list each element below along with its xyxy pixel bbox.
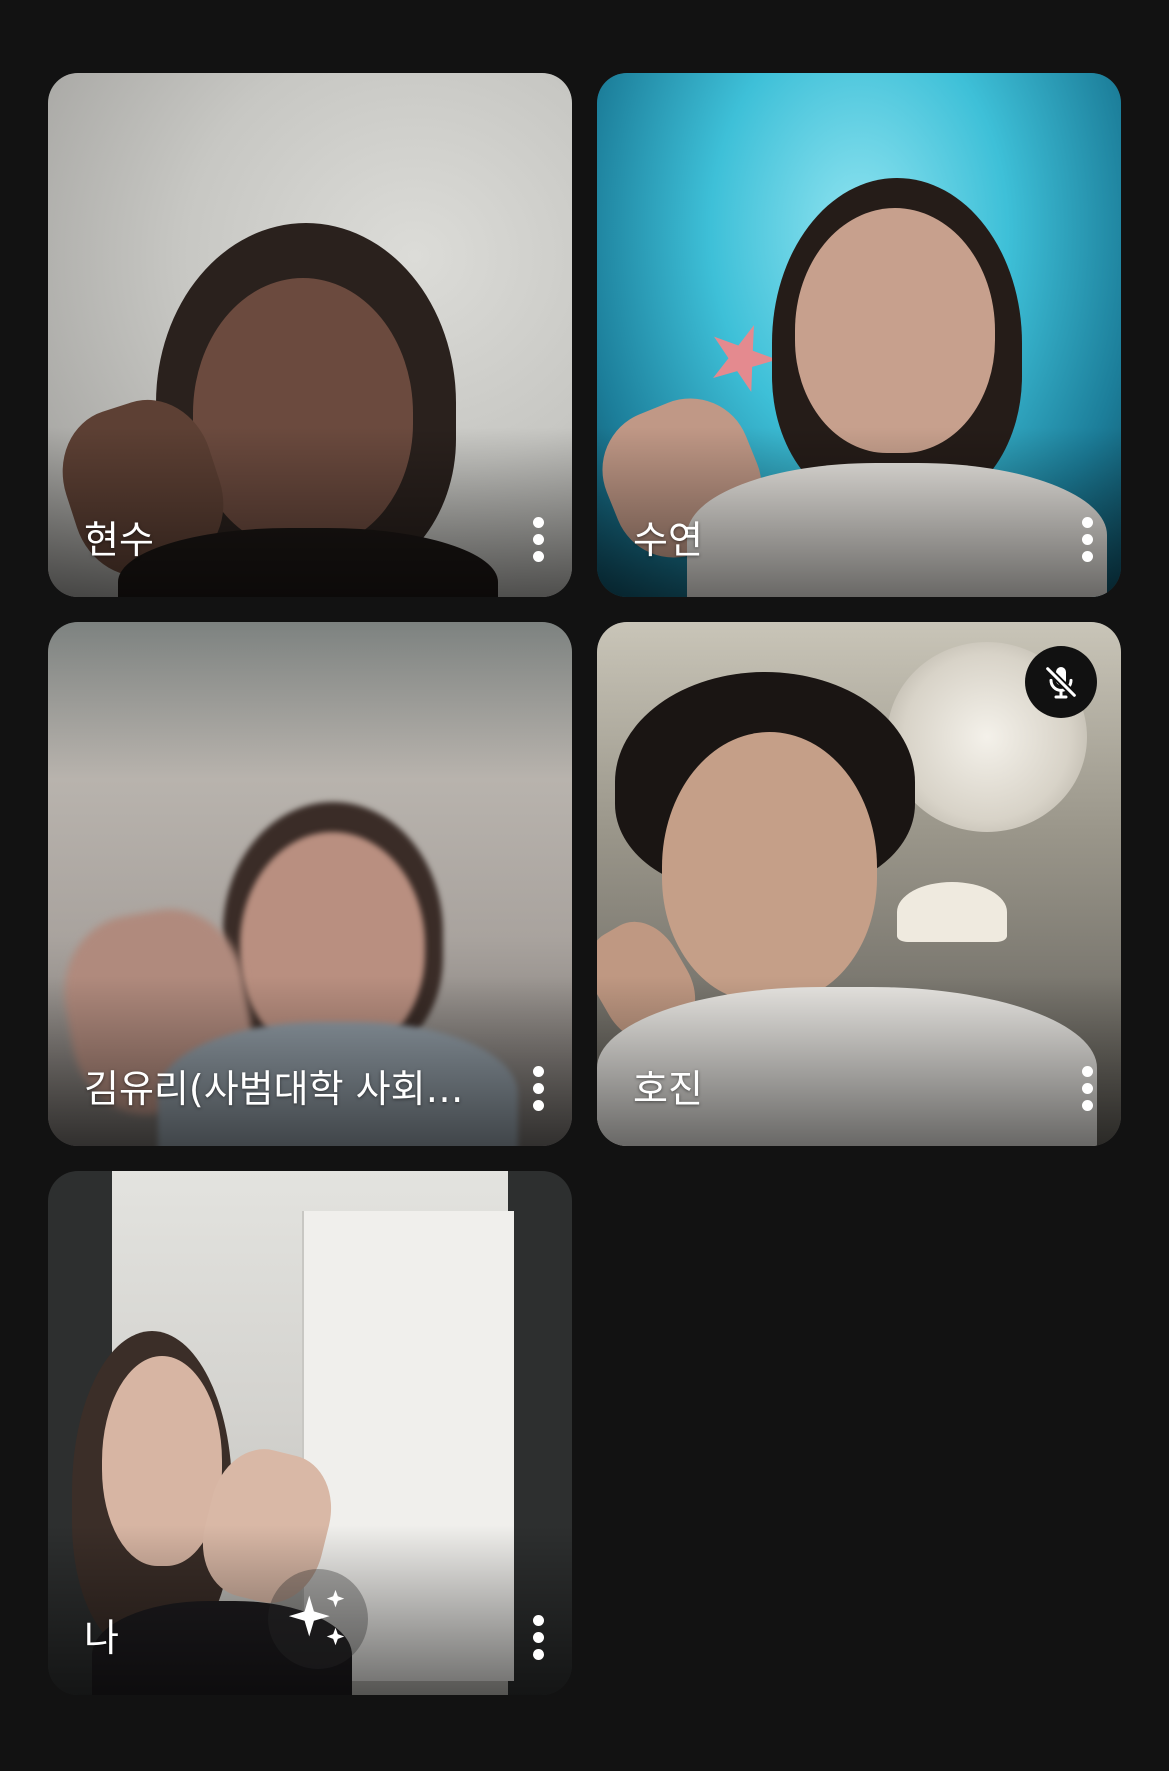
mic-off-icon — [1045, 666, 1077, 699]
participant-name: 나 — [84, 1616, 119, 1660]
mic-off-badge — [1025, 646, 1097, 718]
more-vert-icon — [532, 1614, 544, 1626]
more-options-button[interactable] — [1069, 1056, 1105, 1120]
participant-tile-self[interactable]: 나 — [48, 1171, 572, 1695]
more-options-button[interactable] — [520, 1056, 556, 1120]
participant-name: 수연 — [633, 518, 703, 562]
more-options-button[interactable] — [520, 507, 556, 571]
sparkle-effects-icon — [288, 1589, 345, 1646]
participant-name: 호진 — [633, 1067, 703, 1111]
effects-button[interactable] — [268, 1569, 368, 1669]
more-vert-icon — [532, 516, 544, 528]
participant-tile-4[interactable]: 호진 — [597, 622, 1121, 1146]
participant-name: 현수 — [84, 518, 154, 562]
more-options-button[interactable] — [1069, 507, 1105, 571]
participant-tile-1[interactable]: 현수 — [48, 73, 572, 597]
participant-grid: 현수 수연 김유리(사범대학 사회… 호진 나 — [0, 0, 1169, 1771]
more-vert-icon — [532, 1065, 544, 1077]
participant-name: 김유리(사범대학 사회… — [84, 1067, 464, 1111]
more-vert-icon — [1081, 516, 1093, 528]
more-options-button[interactable] — [520, 1605, 556, 1669]
participant-tile-3[interactable]: 김유리(사범대학 사회… — [48, 622, 572, 1146]
participant-tile-2[interactable]: 수연 — [597, 73, 1121, 597]
more-vert-icon — [1081, 1065, 1093, 1077]
